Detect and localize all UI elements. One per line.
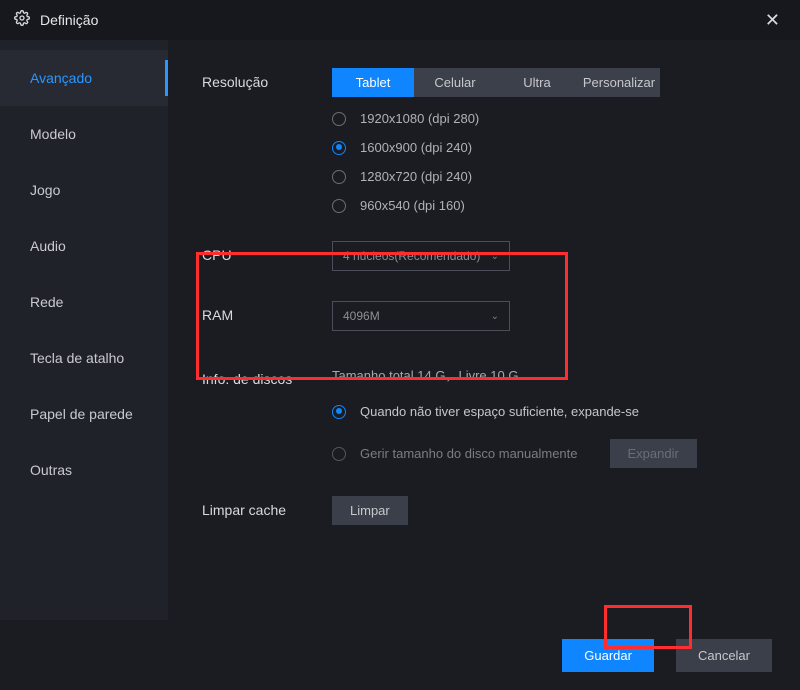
cache-label: Limpar cache — [202, 496, 332, 518]
disk-label: Info. de discos — [202, 365, 332, 387]
radio-icon — [332, 170, 346, 184]
titlebar: Definição ✕ — [0, 0, 800, 40]
cpu-label: CPU — [202, 241, 332, 263]
resolution-options: 1920x1080 (dpi 280) 1600x900 (dpi 240) 1… — [332, 111, 768, 213]
content-area: Avançado Modelo Jogo Audio Rede Tecla de… — [0, 40, 800, 620]
tab-custom[interactable]: Personalizar — [578, 68, 660, 97]
radio-icon — [332, 141, 346, 155]
sidebar-item-shortcut[interactable]: Tecla de atalho — [0, 330, 168, 386]
resolution-tabs: Tablet Celular Ultra Personalizar — [332, 68, 768, 97]
disk-summary: Tamanho total 14 G，Livre 10 G — [332, 365, 768, 384]
chevron-down-icon: ⌄ — [491, 251, 499, 262]
chevron-down-icon: ⌄ — [491, 311, 499, 322]
close-button[interactable]: ✕ — [759, 6, 786, 35]
cpu-row: CPU 4 núcleos(Recomendado) ⌄ — [202, 241, 768, 271]
window-title: Definição — [40, 12, 98, 28]
resolution-row: Resolução Tablet Celular Ultra Personali… — [202, 68, 768, 213]
resolution-option-label: 1920x1080 (dpi 280) — [360, 111, 479, 126]
radio-icon — [332, 199, 346, 213]
radio-icon — [332, 405, 346, 419]
clear-cache-button[interactable]: Limpar — [332, 496, 408, 525]
cancel-button[interactable]: Cancelar — [676, 639, 772, 672]
resolution-label: Resolução — [202, 68, 332, 90]
tab-ultra[interactable]: Ultra — [496, 68, 578, 97]
cache-row: Limpar cache Limpar — [202, 496, 768, 525]
expand-button[interactable]: Expandir — [610, 439, 697, 468]
sidebar-item-model[interactable]: Modelo — [0, 106, 168, 162]
ram-value: 4096M — [343, 309, 380, 323]
disk-option-manual[interactable]: Gerir tamanho do disco manualmente Expan… — [332, 439, 768, 468]
sidebar-item-audio[interactable]: Audio — [0, 218, 168, 274]
save-button[interactable]: Guardar — [562, 639, 654, 672]
tab-tablet[interactable]: Tablet — [332, 68, 414, 97]
disk-option-autoexpand[interactable]: Quando não tiver espaço suficiente, expa… — [332, 404, 768, 419]
resolution-option-label: 1280x720 (dpi 240) — [360, 169, 472, 184]
disk-option-label: Gerir tamanho do disco manualmente — [360, 446, 578, 461]
resolution-option-900[interactable]: 1600x900 (dpi 240) — [332, 140, 768, 155]
ram-select[interactable]: 4096M ⌄ — [332, 301, 510, 331]
sidebar-item-wallpaper[interactable]: Papel de parede — [0, 386, 168, 442]
radio-icon — [332, 112, 346, 126]
sidebar-item-advanced[interactable]: Avançado — [0, 50, 168, 106]
disk-row: Info. de discos Tamanho total 14 G，Livre… — [202, 365, 768, 468]
tab-phone[interactable]: Celular — [414, 68, 496, 97]
ram-row: RAM 4096M ⌄ — [202, 301, 768, 331]
cpu-value: 4 núcleos(Recomendado) — [343, 249, 480, 263]
ram-label: RAM — [202, 301, 332, 323]
resolution-option-540[interactable]: 960x540 (dpi 160) — [332, 198, 768, 213]
disk-option-label: Quando não tiver espaço suficiente, expa… — [360, 404, 639, 419]
main-panel: Resolução Tablet Celular Ultra Personali… — [168, 40, 800, 620]
settings-icon — [14, 10, 30, 31]
footer: Guardar Cancelar — [0, 620, 800, 690]
resolution-option-label: 1600x900 (dpi 240) — [360, 140, 472, 155]
radio-icon — [332, 447, 346, 461]
resolution-option-720[interactable]: 1280x720 (dpi 240) — [332, 169, 768, 184]
resolution-option-1080[interactable]: 1920x1080 (dpi 280) — [332, 111, 768, 126]
cpu-select[interactable]: 4 núcleos(Recomendado) ⌄ — [332, 241, 510, 271]
sidebar-item-others[interactable]: Outras — [0, 442, 168, 498]
sidebar-item-game[interactable]: Jogo — [0, 162, 168, 218]
resolution-option-label: 960x540 (dpi 160) — [360, 198, 465, 213]
sidebar: Avançado Modelo Jogo Audio Rede Tecla de… — [0, 40, 168, 620]
sidebar-item-network[interactable]: Rede — [0, 274, 168, 330]
